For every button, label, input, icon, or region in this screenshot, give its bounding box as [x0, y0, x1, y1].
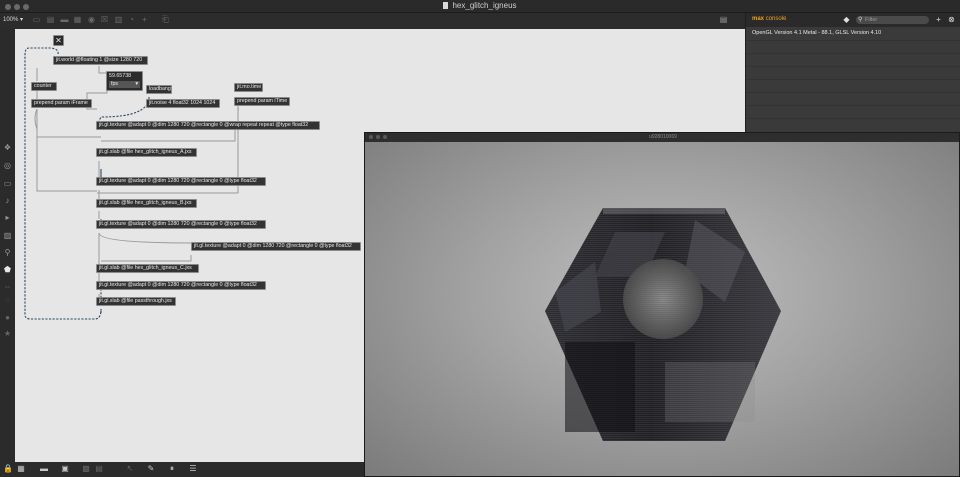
comment-bubble-icon[interactable]: ▬: [39, 464, 49, 474]
glitch-orb-scanlines: [623, 259, 703, 339]
grid-icon[interactable]: ▣: [60, 464, 70, 474]
jit-gl-texture-1-object[interactable]: jit.gl.texture @adapt 0 @dim 1280 720 @r…: [96, 177, 266, 186]
clear-console-icon[interactable]: ⊗: [947, 15, 956, 24]
prepend-itime-object[interactable]: prepend param iTime: [234, 97, 290, 106]
mixer-icon[interactable]: ☰: [188, 464, 198, 474]
left-sidebar: ❖ ◎ ▭ ♪ ▸ ▨ ⚲ ⬟ ⇔ ◌ ● ★: [0, 29, 15, 462]
window-title: hex_glitch_igneus: [452, 1, 517, 10]
fps-menu[interactable]: fps ▾: [109, 81, 140, 88]
window-titlebar: hex_glitch_igneus: [0, 0, 960, 13]
cursor-icon[interactable]: ↖: [125, 464, 135, 474]
add-icon[interactable]: +: [140, 15, 149, 24]
console-title: max console: [752, 16, 786, 22]
presentation-icon[interactable]: ▦: [16, 464, 26, 474]
snippets-icon[interactable]: ⬟: [2, 264, 13, 275]
search-icon[interactable]: ◎: [2, 160, 13, 171]
bottom-toolbar: 🔒 ▦ ▬ ▣ ▩ ▤ ↖ ✎ ⏸ ☰: [0, 462, 364, 477]
jit-mo-time-object[interactable]: jit.mo.time: [234, 83, 263, 92]
close-patcher-button[interactable]: ✕: [53, 35, 64, 46]
number-icon[interactable]: ▦: [73, 15, 82, 24]
image-icon[interactable]: ▨: [2, 230, 13, 241]
step-icon[interactable]: ▸: [2, 212, 13, 223]
lock-icon[interactable]: 🔒: [3, 464, 13, 474]
passthrough-slab-object[interactable]: jit.gl.slab @file passthrough.jxs: [96, 297, 176, 306]
glitch-noise: [665, 362, 755, 422]
slab-c-object[interactable]: jit.gl.slab @file hex_glitch_igneus_C.jx…: [96, 264, 199, 273]
glitch-band: [603, 208, 725, 214]
record-icon[interactable]: ●: [2, 312, 13, 323]
clock-icon[interactable]: ◌: [2, 295, 13, 306]
music-icon[interactable]: ♪: [2, 195, 13, 206]
render-window-titlebar: u928010069: [365, 133, 959, 142]
sidebar-icon[interactable]: ▤: [719, 15, 728, 24]
glitch-shadow: [565, 342, 635, 432]
render-output: [365, 142, 959, 476]
layer-icon[interactable]: ▤: [94, 464, 104, 474]
reference-icon[interactable]: ⇔: [2, 281, 13, 292]
chevron-down-icon: ▾: [135, 81, 138, 87]
fps-value: 59.65738: [109, 73, 132, 79]
jit-world-object[interactable]: jit.world @floating 1 @size 1280 720: [53, 56, 148, 65]
jit-noise-object[interactable]: jit.noise 4 float32 1024 1024: [146, 99, 220, 108]
star-icon[interactable]: ★: [2, 328, 13, 339]
link-icon[interactable]: ⚲: [2, 247, 13, 258]
new-object-icon[interactable]: ▭: [32, 15, 41, 24]
document-icon: [443, 2, 449, 9]
search-icon: ⚲: [858, 17, 863, 23]
fps-menu-label: fps: [111, 81, 119, 87]
add-icon[interactable]: +: [934, 15, 943, 24]
toggle-icon[interactable]: ☒: [100, 15, 109, 24]
pause-icon[interactable]: ⏸: [167, 464, 177, 474]
console-title-bold: max: [752, 16, 765, 22]
zoom-menu[interactable]: 100% ▾: [3, 16, 23, 23]
wrench-icon[interactable]: ✎: [146, 464, 156, 474]
loadbang-object[interactable]: loadbang: [146, 85, 172, 94]
jit-gl-texture-4-object[interactable]: jit.gl.texture @adapt 0 @dim 1280 720 @r…: [96, 281, 266, 290]
zoom-value: 100%: [3, 17, 19, 23]
console-filter-input[interactable]: ⚲ Filter: [856, 16, 929, 24]
clipboard-icon[interactable]: ▭: [2, 178, 13, 189]
jit-gl-texture-wrap-object[interactable]: jit.gl.texture @adapt 0 @dim 1280 720 @r…: [96, 121, 320, 130]
fps-number-box[interactable]: 59.65738 fps ▾: [106, 71, 143, 91]
filter-placeholder: Filter: [865, 17, 878, 23]
console-header: max console ◆ ⚲ Filter + ⊗: [746, 13, 960, 27]
debug-icon[interactable]: ▩: [81, 464, 91, 474]
package-icon[interactable]: ❖: [2, 142, 13, 153]
slider-icon[interactable]: ▥: [114, 15, 123, 24]
jit-gl-texture-2-object[interactable]: jit.gl.texture @adapt 0 @dim 1280 720 @r…: [96, 220, 266, 229]
render-window[interactable]: u928010069: [364, 132, 960, 477]
counter-object[interactable]: counter: [31, 82, 57, 91]
prepend-iframe-object[interactable]: prepend param iFrame: [31, 99, 92, 108]
hexagon-render: [545, 208, 781, 441]
present-icon[interactable]: ⎗: [161, 15, 170, 24]
console-message[interactable]: OpenGL Version 4.1 Metal - 88.1, GLSL Ve…: [752, 30, 881, 36]
message-icon[interactable]: ▬: [60, 15, 69, 24]
jit-gl-texture-3-object[interactable]: jit.gl.texture @adapt 0 @dim 1280 720 @r…: [191, 242, 361, 251]
options-icon[interactable]: ◆: [842, 15, 851, 24]
max-console: max console ◆ ⚲ Filter + ⊗ OpenGL Versio…: [745, 13, 960, 132]
console-title-light: console: [765, 16, 787, 22]
slab-a-object[interactable]: jit.gl.slab @file hex_glitch_igneus_A.jx…: [96, 148, 197, 157]
patcher-toolbar: 100% ▾ ▭ ▤ ▬ ▦ ◉ ☒ ▥ ◔ + ⎗ ▤: [0, 13, 745, 29]
slab-b-object[interactable]: jit.gl.slab @file hex_glitch_igneus_B.jx…: [96, 199, 197, 208]
comment-icon[interactable]: ▤: [46, 15, 55, 24]
bang-icon[interactable]: ◉: [87, 15, 96, 24]
dial-icon[interactable]: ◔: [127, 15, 136, 24]
render-window-title: u928010069: [649, 134, 677, 140]
